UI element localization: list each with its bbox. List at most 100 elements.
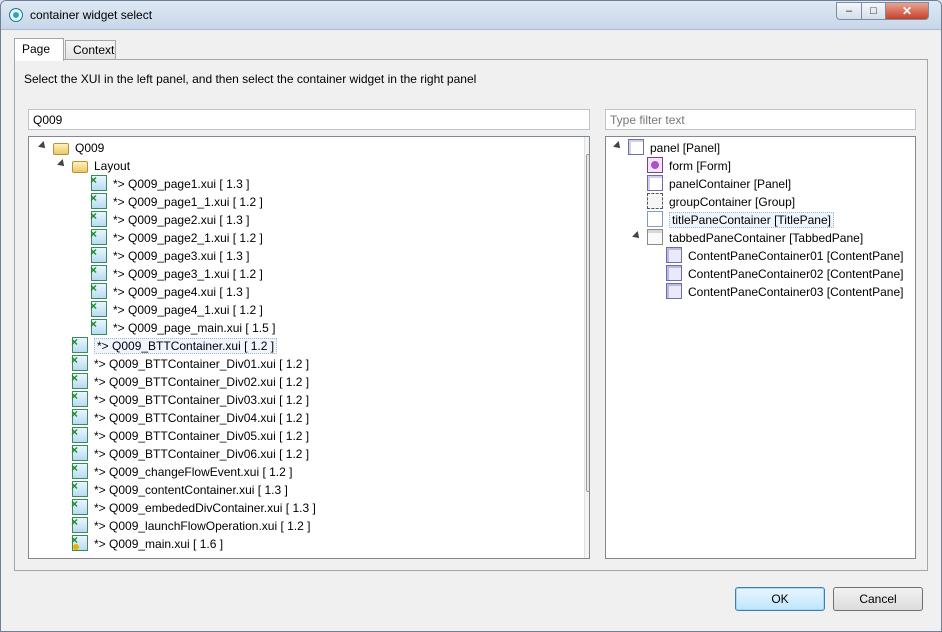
tree-item-label: *> Q009_BTTContainer_Div03.xui [ 1.2 ] xyxy=(94,393,310,407)
scroll-up-icon[interactable]: ▲ xyxy=(585,137,590,152)
tree-item[interactable]: *> Q009_contentContainer.xui [ 1.3 ] xyxy=(71,477,288,499)
tree-item[interactable]: *> Q009_page2_1.xui [ 1.2 ] xyxy=(90,225,263,247)
tree-item[interactable]: *> Q009_BTTContainer_Div03.xui [ 1.2 ] xyxy=(71,387,310,409)
tab-page[interactable]: Page xyxy=(14,38,64,61)
tree-item-label: *> Q009_page3_1.xui [ 1.2 ] xyxy=(113,267,263,281)
tree-item-label: *> Q009_launchFlowOperation.xui [ 1.2 ] xyxy=(94,519,311,533)
tree-item[interactable]: *> Q009_main.xui [ 1.6 ] xyxy=(71,531,223,553)
tree-item-label: panelContainer [Panel] xyxy=(669,177,792,191)
panel-icon xyxy=(628,139,644,155)
tree-item-label: *> Q009_page4_1.xui [ 1.2 ] xyxy=(113,303,263,317)
tree-item[interactable]: *> Q009_page4.xui [ 1.3 ] xyxy=(90,279,250,301)
tree-item-label: ContentPaneContainer03 [ContentPane] xyxy=(688,285,904,299)
tree-item[interactable]: Layout xyxy=(57,157,131,175)
tree-item[interactable]: *> Q009_embededDivContainer.xui [ 1.3 ] xyxy=(71,495,316,517)
contentpane-icon xyxy=(666,247,682,263)
vertical-scrollbar[interactable]: ▲ ▼ xyxy=(584,137,590,558)
tree-item-label: *> Q009_embededDivContainer.xui [ 1.3 ] xyxy=(94,501,316,515)
tree-item-label: *> Q009_BTTContainer_Div01.xui [ 1.2 ] xyxy=(94,357,310,371)
contentpane-icon xyxy=(666,283,682,299)
tree-item[interactable]: *> Q009_page3.xui [ 1.3 ] xyxy=(90,243,249,265)
tree-item-label: *> Q009_BTTContainer_Div02.xui [ 1.2 ] xyxy=(94,375,310,389)
tree-item-label: *> Q009_BTTContainer_Div04.xui [ 1.2 ] xyxy=(94,411,310,425)
scroll-thumb[interactable] xyxy=(586,154,589,492)
ok-button[interactable]: OK xyxy=(735,587,825,611)
contentpane-icon xyxy=(666,265,682,281)
xui-filter-input[interactable]: Q009 xyxy=(28,109,590,130)
tree-item[interactable]: *> Q009_page3_1.xui [ 1.2 ] xyxy=(90,261,263,283)
tree-item-label: *> Q009_page2_1.xui [ 1.2 ] xyxy=(113,231,263,245)
tree-item-label: *> Q009_page2.xui [ 1.3 ] xyxy=(113,213,250,227)
tree-item-label: *> Q009_page4.xui [ 1.3 ] xyxy=(113,285,250,299)
folder-open-icon xyxy=(72,161,88,173)
tree-item[interactable]: *> Q009_BTTContainer_Div05.xui [ 1.2 ] xyxy=(71,423,310,445)
tree-item[interactable]: *> Q009_launchFlowOperation.xui [ 1.2 ] xyxy=(71,513,311,535)
page-tab-panel: Select the XUI in the left panel, and th… xyxy=(14,59,928,571)
tree-item[interactable]: *> Q009_BTTContainer.xui [ 1.2 ] xyxy=(71,333,278,355)
tree-item[interactable]: *> Q009_BTTContainer_Div02.xui [ 1.2 ] xyxy=(71,369,310,391)
dialog-window: container widget select ‒ □ ✕ Page Conte… xyxy=(0,0,942,632)
tree-item[interactable]: panelContainer [Panel] xyxy=(647,175,791,193)
tree-item[interactable]: ContentPaneContainer03 [ContentPane] xyxy=(666,283,904,301)
xui-main-file-icon xyxy=(71,531,88,551)
group-icon xyxy=(647,193,663,209)
form-icon xyxy=(647,157,663,173)
tree-item[interactable]: form [Form] xyxy=(647,157,731,175)
tree-item[interactable]: ContentPaneContainer01 [ContentPane] xyxy=(666,247,904,265)
cancel-button[interactable]: Cancel xyxy=(833,587,923,611)
minimize-button[interactable]: ‒ xyxy=(836,2,862,20)
tree-item-label: *> Q009_page1.xui [ 1.3 ] xyxy=(113,177,250,191)
tree-item[interactable]: *> Q009_page4_1.xui [ 1.2 ] xyxy=(90,297,263,319)
tree-item-label: tabbedPaneContainer [TabbedPane] xyxy=(669,231,864,245)
tab-context[interactable]: Context xyxy=(65,40,116,60)
tree-item[interactable]: *> Q009_BTTContainer_Div06.xui [ 1.2 ] xyxy=(71,441,310,463)
tree-item[interactable]: *> Q009_BTTContainer_Div01.xui [ 1.2 ] xyxy=(71,351,310,373)
tree-item[interactable]: titlePaneContainer [TitlePane] xyxy=(647,211,834,229)
tree-item[interactable]: *> Q009_BTTContainer_Div04.xui [ 1.2 ] xyxy=(71,405,310,427)
tree-item-label: *> Q009_BTTContainer_Div05.xui [ 1.2 ] xyxy=(94,429,310,443)
scroll-down-icon[interactable]: ▼ xyxy=(585,543,590,558)
tree-item-label: Q009 xyxy=(75,141,105,155)
tree-item-label: *> Q009_page_main.xui [ 1.5 ] xyxy=(113,321,276,335)
tree-item-label: panel [Panel] xyxy=(650,141,721,155)
window-title: container widget select xyxy=(30,8,153,22)
instruction-text: Select the XUI in the left panel, and th… xyxy=(24,72,477,86)
expand-arrow-icon[interactable] xyxy=(613,141,623,151)
close-button[interactable]: ✕ xyxy=(885,2,929,20)
xui-file-icon xyxy=(90,315,107,335)
widget-tree[interactable]: panel [Panel] form [Form] panelContainer [… xyxy=(605,136,916,559)
tree-item-label: *> Q009_page1_1.xui [ 1.2 ] xyxy=(113,195,263,209)
titlepane-icon xyxy=(647,211,663,227)
tree-item-label: groupContainer [Group] xyxy=(669,195,796,209)
tree-item[interactable]: *> Q009_changeFlowEvent.xui [ 1.2 ] xyxy=(71,459,293,481)
tree-item-label: *> Q009_BTTContainer_Div06.xui [ 1.2 ] xyxy=(94,447,310,461)
tree-item-label: ContentPaneContainer01 [ContentPane] xyxy=(688,249,904,263)
folder-open-icon xyxy=(53,143,69,155)
tree-item[interactable]: *> Q009_page_main.xui [ 1.5 ] xyxy=(90,315,276,337)
xui-tree[interactable]: ▲ ▼ Q009 Layout *> Q009_page1.xui [ 1.3 ] *… xyxy=(28,136,590,559)
tree-item-label: ContentPaneContainer02 [ContentPane] xyxy=(688,267,904,281)
tree-item-label: titlePaneContainer [TitlePane] xyxy=(669,212,834,228)
tree-item[interactable]: ContentPaneContainer02 [ContentPane] xyxy=(666,265,904,283)
tree-item[interactable]: groupContainer [Group] xyxy=(647,193,795,211)
tree-item[interactable]: tabbedPaneContainer [TabbedPane] xyxy=(632,229,864,247)
tree-item[interactable]: *> Q009_page1.xui [ 1.3 ] xyxy=(90,171,250,193)
widget-filter-input[interactable]: Type filter text xyxy=(605,109,916,130)
panel-icon xyxy=(647,175,663,191)
tree-item[interactable]: Q009 xyxy=(38,139,105,157)
tree-item-label: form [Form] xyxy=(669,159,731,173)
expand-arrow-icon[interactable] xyxy=(57,159,67,169)
tree-item[interactable]: panel [Panel] xyxy=(613,139,721,157)
tree-item[interactable]: *> Q009_page2.xui [ 1.3 ] xyxy=(90,207,250,229)
title-bar[interactable]: container widget select ‒ □ ✕ xyxy=(1,1,941,30)
app-icon xyxy=(9,8,23,22)
tree-item-label: Layout xyxy=(94,159,131,173)
tree-item-label: *> Q009_contentContainer.xui [ 1.3 ] xyxy=(94,483,288,497)
tree-item-label: *> Q009_BTTContainer.xui [ 1.2 ] xyxy=(94,338,278,354)
tabbedpane-icon xyxy=(647,229,663,245)
expand-arrow-icon[interactable] xyxy=(38,141,48,151)
maximize-button[interactable]: □ xyxy=(861,2,886,20)
tree-item[interactable]: *> Q009_page1_1.xui [ 1.2 ] xyxy=(90,189,263,211)
expand-arrow-icon[interactable] xyxy=(632,231,642,241)
tree-item-label: *> Q009_changeFlowEvent.xui [ 1.2 ] xyxy=(94,465,293,479)
